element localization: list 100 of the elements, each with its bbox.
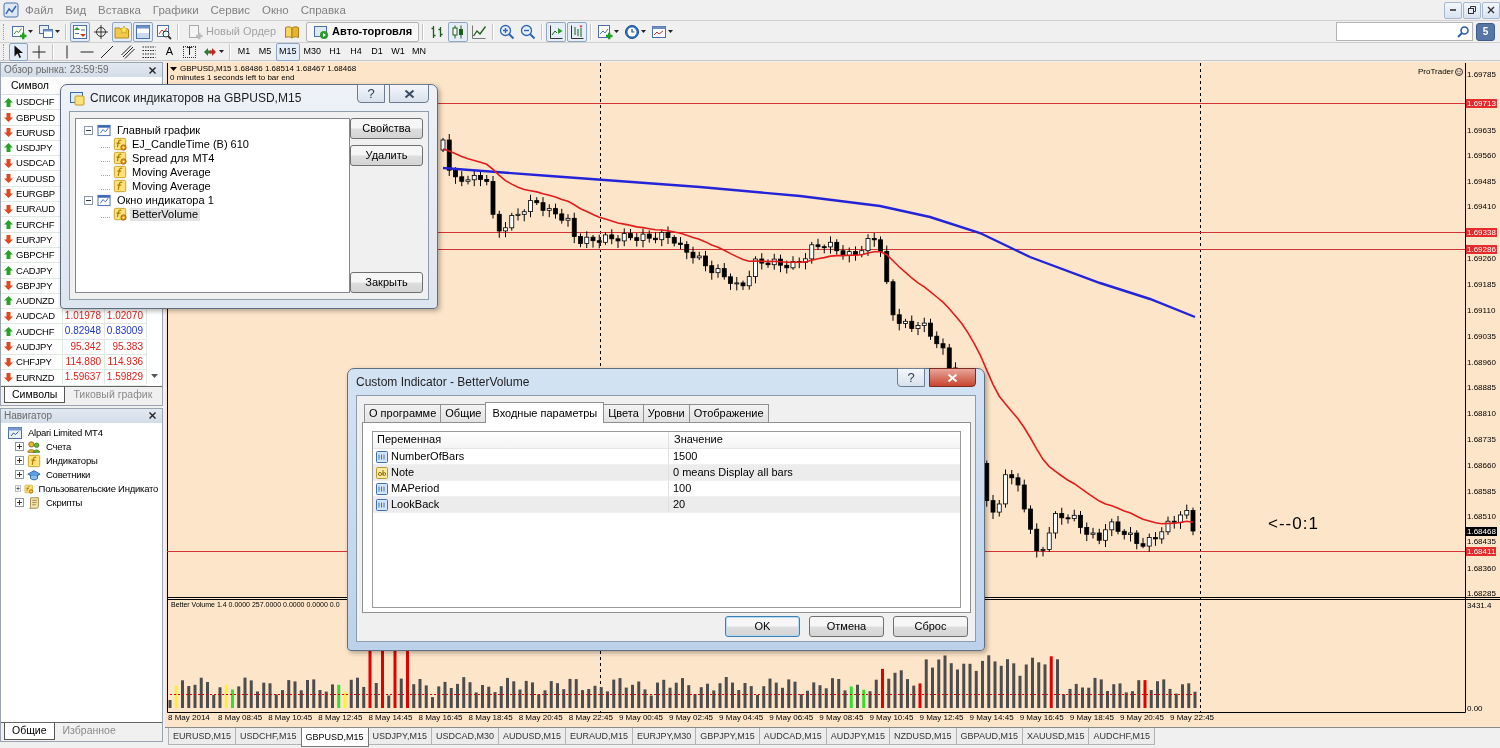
parameter-value[interactable]: 20 bbox=[673, 497, 686, 512]
candlestick-button[interactable] bbox=[448, 21, 469, 42]
close-button[interactable] bbox=[147, 412, 158, 420]
parameter-row[interactable]: LookBack 20 bbox=[373, 497, 960, 513]
tree-item[interactable]: Окно индикатора 1 bbox=[115, 193, 216, 207]
dialog-tab[interactable]: Цвета bbox=[603, 404, 644, 422]
bid-price: 0.82948 bbox=[63, 324, 105, 339]
help-button[interactable]: ? bbox=[897, 368, 925, 387]
expand-icon[interactable] bbox=[15, 456, 24, 466]
menu-item[interactable]: Сервис bbox=[204, 0, 256, 20]
close-button[interactable] bbox=[389, 84, 429, 103]
tree-item[interactable]: Скрипты bbox=[44, 496, 85, 510]
scroll-down-icon[interactable] bbox=[151, 373, 158, 378]
chart-tab[interactable]: AUDCAD,M15 bbox=[758, 728, 827, 745]
menu-item[interactable]: Графики bbox=[146, 0, 205, 20]
parameter-value[interactable]: 0 means Display all bars bbox=[673, 465, 793, 480]
dialog-tab[interactable]: Отображение bbox=[688, 404, 769, 422]
chart-tab[interactable]: AUDCHF,M15 bbox=[1088, 728, 1155, 745]
chart-tab[interactable]: EURUSD,M15 bbox=[168, 728, 236, 745]
dialog-tab[interactable]: Входные параметры bbox=[485, 402, 605, 423]
text-tool-button[interactable]: A bbox=[160, 42, 179, 61]
tree-item[interactable]: BetterVolume bbox=[130, 207, 201, 221]
chart-tab[interactable]: EURAUD,M15 bbox=[564, 728, 633, 745]
channel-button[interactable] bbox=[118, 42, 138, 61]
auto-trading-button[interactable]: Авто-торговля bbox=[306, 21, 420, 42]
market-watch-button[interactable] bbox=[70, 21, 90, 42]
chart-tab[interactable]: AUDJPY,M15 bbox=[825, 728, 891, 745]
close-button[interactable] bbox=[929, 368, 976, 387]
timeframe-button[interactable]: MN bbox=[409, 42, 430, 61]
panel-tab[interactable]: Символы bbox=[4, 386, 66, 404]
delete-button[interactable]: Удалить bbox=[350, 145, 423, 166]
help-button[interactable]: ? bbox=[357, 84, 385, 103]
timeframe-button[interactable]: M1 bbox=[234, 42, 254, 61]
label-tool-button[interactable]: T bbox=[180, 42, 199, 61]
timeframe-button[interactable]: W1 bbox=[388, 42, 409, 61]
parameter-row[interactable]: Note 0 means Display all bars bbox=[373, 465, 960, 481]
panel-tab[interactable]: Общие bbox=[4, 723, 55, 740]
chart-tab[interactable]: USDCAD,M30 bbox=[430, 728, 499, 745]
ask-price: 0.83009 bbox=[105, 324, 147, 339]
collapse-icon[interactable] bbox=[84, 125, 93, 135]
menu-item[interactable]: Окно bbox=[255, 0, 295, 20]
tree-item[interactable]: Пользовательские Индикато bbox=[36, 482, 160, 496]
chart-shift-button[interactable] bbox=[567, 21, 588, 42]
ok-button[interactable]: OK bbox=[725, 616, 800, 637]
menu-item[interactable]: Справка bbox=[294, 0, 352, 20]
cancel-button[interactable]: Отмена bbox=[809, 616, 884, 637]
timeframe-button[interactable]: M15 bbox=[276, 42, 300, 61]
close-button[interactable] bbox=[1482, 1, 1500, 19]
collapse-icon[interactable] bbox=[84, 195, 93, 205]
parameter-value[interactable]: 100 bbox=[673, 481, 692, 496]
tree-item[interactable]: Moving Average bbox=[130, 165, 213, 179]
clock-icon bbox=[624, 23, 641, 40]
close-dialog-button[interactable]: Закрыть bbox=[350, 272, 423, 293]
terminal-button[interactable] bbox=[133, 21, 153, 42]
chart-tab[interactable]: GBPAUD,M15 bbox=[955, 728, 1023, 745]
chart-tab[interactable]: AUDUSD,M15 bbox=[497, 728, 566, 745]
parameter-value[interactable]: 1500 bbox=[673, 449, 698, 464]
tree-item[interactable]: Главный график bbox=[115, 123, 203, 137]
timeframe-button[interactable]: H4 bbox=[346, 42, 367, 61]
chart-tab[interactable]: USDJPY,M15 bbox=[367, 728, 432, 745]
messages-button[interactable]: 5 bbox=[1476, 22, 1495, 41]
dialog-tab[interactable]: Общие bbox=[440, 404, 487, 422]
tree-item[interactable]: Советники bbox=[44, 468, 93, 482]
tree-item[interactable]: Счета bbox=[44, 440, 73, 454]
timeframe-button[interactable]: M5 bbox=[255, 42, 275, 61]
chart-tab[interactable]: EURJPY,M30 bbox=[631, 728, 697, 745]
timeframe-button[interactable]: M30 bbox=[300, 42, 325, 61]
column-header[interactable]: Переменная bbox=[376, 433, 442, 447]
chart-tab[interactable]: USDCHF,M15 bbox=[235, 728, 302, 745]
column-header[interactable]: Значение bbox=[673, 433, 723, 447]
time-label: 9 May 06:45 bbox=[769, 714, 814, 722]
reset-button[interactable]: Сброс bbox=[893, 616, 968, 637]
column-header[interactable]: Символ bbox=[1, 79, 49, 92]
timeframe-button[interactable]: H1 bbox=[325, 42, 346, 61]
expand-icon[interactable] bbox=[15, 442, 24, 452]
menu-item[interactable]: Файл bbox=[19, 0, 60, 20]
minimize-button[interactable] bbox=[1444, 1, 1462, 19]
timeframe-button[interactable]: D1 bbox=[367, 42, 388, 61]
price-label: 1.69260 bbox=[1466, 253, 1497, 263]
expand-icon[interactable] bbox=[15, 470, 24, 480]
tree-item[interactable]: Moving Average bbox=[130, 179, 213, 193]
tree-item[interactable]: Индикаторы bbox=[44, 454, 100, 468]
search-field[interactable] bbox=[1336, 22, 1473, 41]
chart-tab[interactable]: XAUUSD,M15 bbox=[1021, 728, 1090, 745]
close-button[interactable] bbox=[147, 66, 158, 74]
expand-icon[interactable] bbox=[15, 498, 24, 508]
dialog-tab[interactable]: О программе bbox=[364, 404, 442, 422]
auto-scroll-button[interactable] bbox=[546, 21, 567, 42]
dialog-tab[interactable]: Уровни bbox=[642, 404, 690, 422]
chart-tab[interactable]: GBPJPY,M15 bbox=[695, 728, 760, 745]
chart-tab[interactable]: GBPUSD,M15 bbox=[300, 728, 369, 747]
restore-button[interactable] bbox=[1463, 1, 1481, 19]
menu-item[interactable]: Вид bbox=[59, 0, 93, 20]
properties-button[interactable]: Свойства bbox=[350, 118, 423, 139]
tree-item[interactable]: Alpari Limited MT4 bbox=[26, 426, 105, 440]
chart-tab[interactable]: NZDUSD,M15 bbox=[889, 728, 957, 745]
cursor-button[interactable] bbox=[9, 42, 28, 61]
menu-item[interactable]: Вставка bbox=[92, 0, 147, 20]
tree-item[interactable]: Spread для MT4 bbox=[130, 151, 217, 165]
tree-item[interactable]: EJ_CandleTime (B) 610 bbox=[130, 137, 251, 151]
